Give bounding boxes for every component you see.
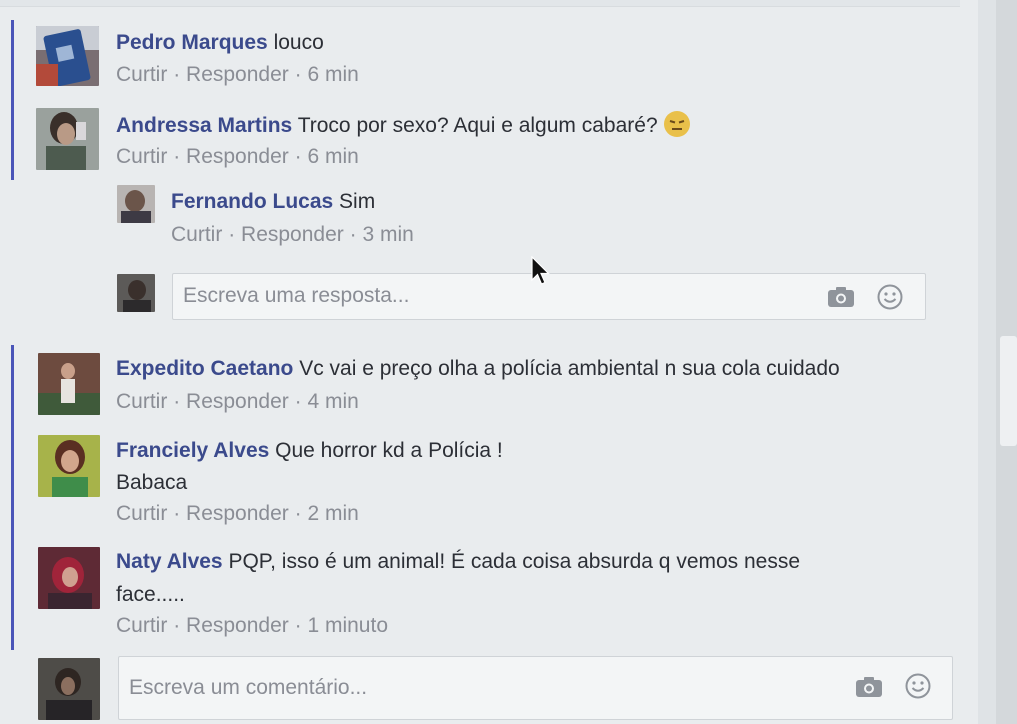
- comment-text-line2: Babaca: [116, 466, 187, 499]
- separator: ·: [228, 223, 236, 246]
- reply-link[interactable]: Responder: [241, 223, 344, 246]
- scrollbar-thumb[interactable]: [1000, 336, 1017, 446]
- separator: ·: [173, 63, 181, 86]
- reply-link[interactable]: Responder: [186, 502, 289, 525]
- like-link[interactable]: Curtir: [116, 390, 167, 413]
- comment-author[interactable]: Pedro Marques: [116, 31, 268, 54]
- like-link[interactable]: Curtir: [116, 614, 167, 637]
- annoyed-emoji-icon: [663, 110, 691, 148]
- like-link[interactable]: Curtir: [171, 223, 222, 246]
- avatar[interactable]: [38, 547, 100, 609]
- comment-input[interactable]: Escreva um comentário...: [118, 656, 953, 720]
- thread-indicator: [11, 20, 14, 180]
- comment-time: 4 min: [307, 390, 359, 413]
- separator: ·: [294, 145, 302, 168]
- comment-body: Expedito Caetano Vc vai e preço olha a p…: [116, 352, 840, 385]
- separator: ·: [173, 390, 181, 413]
- camera-icon[interactable]: [855, 676, 883, 703]
- comment-time: 1 minuto: [307, 614, 388, 637]
- separator: ·: [294, 63, 302, 86]
- comment-text: Sim: [339, 190, 376, 213]
- current-user-avatar: [38, 658, 100, 720]
- separator: ·: [173, 145, 181, 168]
- comment-actions: Curtir · Responder · 6 min: [116, 145, 359, 169]
- comment-body: Franciely Alves Que horror kd a Polícia …: [116, 434, 503, 467]
- separator: ·: [349, 223, 357, 246]
- comment-text: Vc vai e preço olha a polícia ambiental …: [299, 357, 840, 380]
- comment-text: Troco por sexo? Aqui e algum cabaré?: [297, 114, 658, 137]
- comment-text: louco: [273, 31, 324, 54]
- comment-actions: Curtir · Responder · 3 min: [171, 223, 414, 247]
- panel-top-edge: [0, 0, 960, 7]
- avatar[interactable]: [117, 185, 155, 223]
- reply-link[interactable]: Responder: [186, 614, 289, 637]
- like-link[interactable]: Curtir: [116, 502, 167, 525]
- reply-link[interactable]: Responder: [186, 145, 289, 168]
- comment-text: Babaca: [116, 471, 188, 494]
- comment-placeholder: Escreva um comentário...: [129, 676, 368, 699]
- thread-indicator: [11, 345, 14, 650]
- comment-actions: Curtir · Responder · 6 min: [116, 63, 359, 87]
- smiley-icon[interactable]: [905, 673, 931, 704]
- avatar[interactable]: [36, 108, 99, 170]
- avatar[interactable]: [38, 353, 100, 415]
- comment-text: Que horror kd a Polícia !: [275, 439, 503, 462]
- avatar[interactable]: [38, 435, 100, 497]
- comment-time: 6 min: [307, 63, 359, 86]
- separator: ·: [173, 614, 181, 637]
- mouse-cursor-icon: [531, 255, 551, 293]
- separator: ·: [294, 614, 302, 637]
- separator: ·: [173, 502, 181, 525]
- comment-text: face.....: [116, 583, 185, 606]
- comment-author[interactable]: Naty Alves: [116, 550, 223, 573]
- reply-link[interactable]: Responder: [186, 390, 289, 413]
- separator: ·: [294, 502, 302, 525]
- comment-actions: Curtir · Responder · 4 min: [116, 390, 359, 414]
- reply-link[interactable]: Responder: [186, 63, 289, 86]
- separator: ·: [294, 390, 302, 413]
- comment-author[interactable]: Franciely Alves: [116, 439, 269, 462]
- comment-author[interactable]: Fernando Lucas: [171, 190, 333, 213]
- like-link[interactable]: Curtir: [116, 145, 167, 168]
- comment-text: PQP, isso é um animal! É cada coisa absu…: [228, 550, 801, 573]
- comment-actions: Curtir · Responder · 1 minuto: [116, 614, 388, 638]
- comment-author[interactable]: Expedito Caetano: [116, 357, 293, 380]
- comment-author[interactable]: Andressa Martins: [116, 114, 292, 137]
- like-link[interactable]: Curtir: [116, 63, 167, 86]
- comment-time: 6 min: [307, 145, 359, 168]
- comment-time: 3 min: [362, 223, 414, 246]
- comment-body: Naty Alves PQP, isso é um animal! É cada…: [116, 545, 800, 578]
- comment-body: Pedro Marques louco: [116, 26, 324, 59]
- smiley-icon[interactable]: [877, 284, 903, 315]
- current-user-avatar: [117, 274, 155, 312]
- avatar[interactable]: [36, 26, 99, 86]
- camera-icon[interactable]: [827, 286, 855, 313]
- reply-placeholder: Escreva uma resposta...: [183, 284, 410, 307]
- comment-text-line2: face.....: [116, 578, 185, 611]
- comment-body: Andressa Martins Troco por sexo? Aqui e …: [116, 109, 691, 148]
- reply-body: Fernando Lucas Sim: [171, 185, 375, 218]
- comment-actions: Curtir · Responder · 2 min: [116, 502, 359, 526]
- comment-time: 2 min: [307, 502, 359, 525]
